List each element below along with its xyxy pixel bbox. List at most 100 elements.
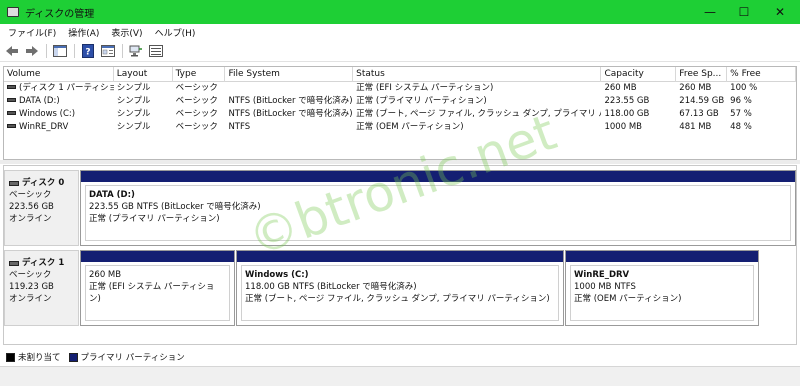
disk-0-state: オンライン bbox=[9, 214, 52, 224]
column-header-layout[interactable]: Layout bbox=[114, 67, 173, 82]
disk-icon bbox=[9, 180, 19, 186]
table-row[interactable]: Windows (C:) シンプル ベーシック NTFS (BitLocker … bbox=[4, 108, 796, 121]
partition-winre-drv[interactable]: WinRE_DRV 1000 MB NTFS 正常 (OEM パーティション) bbox=[565, 250, 759, 326]
cell-file-system: NTFS (BitLocker で暗号化済み) bbox=[228, 109, 353, 119]
column-header-free-space[interactable]: Free Sp... bbox=[676, 67, 728, 82]
cell-status: 正常 (OEM パーティション) bbox=[356, 122, 464, 132]
disk-management-app-icon bbox=[7, 7, 19, 17]
cell-type: ベーシック bbox=[175, 96, 218, 106]
window-title: ディスクの管理 bbox=[25, 8, 95, 20]
disk-1-label[interactable]: ディスク 1 ベーシック 119.23 GB オンライン bbox=[4, 250, 79, 326]
disk-1-type: ベーシック bbox=[9, 270, 52, 280]
partition-name: DATA (D:) bbox=[89, 190, 135, 200]
cell-capacity: 1000 MB bbox=[604, 122, 642, 132]
disk-0-name: ディスク 0 bbox=[22, 178, 65, 188]
column-header-type[interactable]: Type bbox=[173, 67, 226, 82]
cell-percent-free: 48 % bbox=[730, 122, 752, 132]
connect-icon[interactable] bbox=[128, 43, 144, 59]
cell-status: 正常 (EFI システム パーティション) bbox=[356, 83, 494, 93]
cell-percent-free: 96 % bbox=[730, 96, 752, 106]
svg-text:?: ? bbox=[85, 48, 90, 58]
cell-volume: WinRE_DRV bbox=[4, 121, 114, 134]
cell-file-system: NTFS bbox=[228, 122, 251, 132]
console-tree-icon[interactable] bbox=[52, 43, 68, 59]
volume-list: Volume Layout Type File System Status Ca… bbox=[3, 66, 797, 160]
pane-splitter[interactable] bbox=[0, 160, 800, 164]
cell-free-space: 67.13 GB bbox=[679, 109, 719, 119]
primary-partition-swatch bbox=[68, 352, 78, 362]
partition-name: Windows (C:) bbox=[245, 270, 309, 280]
partition-size-fs: 1000 MB NTFS bbox=[574, 282, 636, 292]
disk-icon bbox=[9, 260, 19, 266]
cell-capacity: 118.00 GB bbox=[604, 109, 650, 119]
close-button[interactable]: ✕ bbox=[765, 0, 795, 24]
minimize-button[interactable]: — bbox=[695, 0, 725, 24]
back-icon[interactable] bbox=[4, 43, 20, 59]
legend-primary-partition: プライマリ パーティション bbox=[80, 353, 185, 363]
cell-type: ベーシック bbox=[175, 109, 218, 119]
help-icon[interactable]: ? bbox=[80, 43, 96, 59]
volume-list-header: Volume Layout Type File System Status Ca… bbox=[4, 67, 796, 82]
cell-percent-free: 100 % bbox=[730, 83, 758, 93]
properties-icon[interactable] bbox=[100, 43, 116, 59]
disk-0-row: ディスク 0 ベーシック 223.56 GB オンライン DATA (D:) 2… bbox=[4, 170, 798, 248]
partition-data-d[interactable]: DATA (D:) 223.55 GB NTFS (BitLocker で暗号化… bbox=[80, 170, 796, 246]
table-row[interactable]: (ディスク 1 パーティション 1) シンプル ベーシック 正常 (EFI シス… bbox=[4, 82, 796, 95]
partition-efi[interactable]: 260 MB 正常 (EFI システム パーティション) bbox=[80, 250, 235, 326]
unallocated-swatch bbox=[6, 352, 15, 362]
cell-file-system: NTFS (BitLocker で暗号化済み) bbox=[228, 96, 353, 106]
maximize-button[interactable]: ☐ bbox=[729, 0, 759, 24]
menu-help[interactable]: ヘルプ(H) bbox=[155, 26, 196, 39]
cell-percent-free: 57 % bbox=[730, 109, 752, 119]
menu-action[interactable]: 操作(A) bbox=[68, 26, 99, 39]
partition-status: 正常 (OEM パーティション) bbox=[574, 294, 682, 304]
table-row[interactable]: DATA (D:) シンプル ベーシック NTFS (BitLocker で暗号… bbox=[4, 95, 796, 108]
menu-file[interactable]: ファイル(F) bbox=[8, 26, 56, 39]
cell-free-space: 481 MB bbox=[679, 122, 712, 132]
column-header-percent-free[interactable]: % Free bbox=[727, 67, 796, 82]
disk-0-type: ベーシック bbox=[9, 190, 52, 200]
cell-free-space: 260 MB bbox=[679, 83, 712, 93]
column-header-volume[interactable]: Volume bbox=[4, 67, 114, 82]
volume-icon bbox=[7, 85, 16, 89]
partition-bar bbox=[81, 171, 795, 182]
column-header-file-system[interactable]: File System bbox=[225, 67, 354, 82]
list-icon[interactable] bbox=[148, 43, 164, 59]
volume-icon bbox=[7, 111, 16, 115]
partition-status: 正常 (プライマリ パーティション) bbox=[89, 214, 220, 224]
cell-layout: シンプル bbox=[116, 83, 151, 93]
cell-free-space: 214.59 GB bbox=[679, 96, 725, 106]
disk-0-label[interactable]: ディスク 0 ベーシック 223.56 GB オンライン bbox=[4, 170, 79, 246]
partition-bar bbox=[566, 251, 758, 262]
cell-capacity: 260 MB bbox=[604, 83, 637, 93]
volume-icon bbox=[7, 98, 16, 102]
disk-1-name: ディスク 1 bbox=[22, 258, 65, 268]
cell-capacity: 223.55 GB bbox=[604, 96, 650, 106]
cell-type: ベーシック bbox=[175, 83, 218, 93]
table-row[interactable]: WinRE_DRV シンプル ベーシック NTFS 正常 (OEM パーティショ… bbox=[4, 121, 796, 134]
menu-view[interactable]: 表示(V) bbox=[111, 26, 142, 39]
cell-volume: Windows (C:) bbox=[4, 108, 114, 121]
disk-1-size: 119.23 GB bbox=[9, 282, 54, 292]
cell-layout: シンプル bbox=[116, 96, 151, 106]
column-header-capacity[interactable]: Capacity bbox=[601, 67, 677, 82]
volume-icon bbox=[7, 124, 16, 128]
title-bar: ディスクの管理 — ☐ ✕ bbox=[0, 0, 800, 24]
partition-status: 正常 (ブート, ページ ファイル, クラッシュ ダンプ, プライマリ パーティ… bbox=[245, 294, 550, 304]
forward-icon[interactable] bbox=[24, 43, 40, 59]
partition-size-fs: 260 MB bbox=[89, 270, 122, 280]
partition-size-fs: 223.55 GB NTFS (BitLocker で暗号化済み) bbox=[89, 202, 261, 212]
status-bar bbox=[0, 366, 800, 386]
disk-graphical-view: ディスク 0 ベーシック 223.56 GB オンライン DATA (D:) 2… bbox=[3, 165, 797, 345]
toolbar-separator bbox=[74, 44, 75, 58]
column-header-status[interactable]: Status bbox=[353, 67, 602, 82]
cell-volume: DATA (D:) bbox=[4, 95, 114, 108]
partition-windows-c[interactable]: Windows (C:) 118.00 GB NTFS (BitLocker で… bbox=[236, 250, 564, 326]
legend: 未割り当て プライマリ パーティション bbox=[3, 349, 797, 365]
cell-status: 正常 (プライマリ パーティション) bbox=[356, 96, 487, 106]
partition-status: 正常 (EFI システム パーティション) bbox=[89, 282, 215, 304]
cell-status: 正常 (ブート, ページ ファイル, クラッシュ ダンプ, プライマリ パーティ… bbox=[356, 109, 601, 119]
cell-volume: (ディスク 1 パーティション 1) bbox=[4, 82, 114, 95]
partition-size-fs: 118.00 GB NTFS (BitLocker で暗号化済み) bbox=[245, 282, 417, 292]
disk-1-row: ディスク 1 ベーシック 119.23 GB オンライン 260 MB 正常 (… bbox=[4, 250, 798, 328]
